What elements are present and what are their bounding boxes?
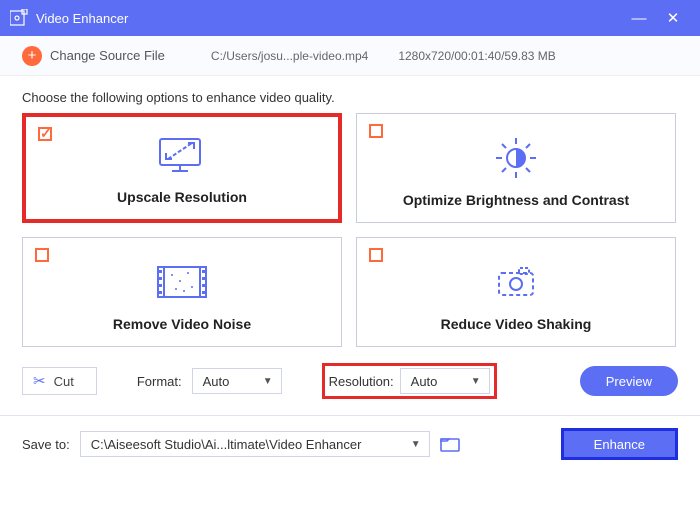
checkbox-shaking[interactable] bbox=[369, 248, 383, 262]
card-label: Reduce Video Shaking bbox=[441, 316, 592, 332]
card-reduce-shaking[interactable]: Reduce Video Shaking bbox=[356, 237, 676, 347]
app-title: Video Enhancer bbox=[36, 11, 622, 26]
open-folder-icon[interactable] bbox=[440, 436, 460, 452]
scissors-icon: ✂ bbox=[33, 372, 46, 390]
card-brightness-contrast[interactable]: Optimize Brightness and Contrast bbox=[356, 113, 676, 223]
format-label: Format: bbox=[137, 374, 182, 389]
card-label: Optimize Brightness and Contrast bbox=[403, 192, 629, 208]
source-file-path: C:/Users/josu...ple-video.mp4 bbox=[211, 49, 368, 63]
source-file-meta: 1280x720/00:01:40/59.83 MB bbox=[398, 49, 555, 63]
checkbox-upscale[interactable] bbox=[38, 127, 52, 141]
card-label: Upscale Resolution bbox=[117, 189, 247, 205]
camera-icon bbox=[491, 256, 541, 308]
checkbox-noise[interactable] bbox=[35, 248, 49, 262]
options-grid: Upscale Resolution Optimize Brightness a… bbox=[0, 109, 700, 351]
enhance-button[interactable]: Enhance bbox=[561, 428, 678, 460]
instruction-text: Choose the following options to enhance … bbox=[0, 76, 700, 109]
app-icon bbox=[10, 9, 28, 27]
change-source-button[interactable]: Change Source File bbox=[50, 48, 165, 63]
close-button[interactable]: ✕ bbox=[656, 9, 690, 27]
minimize-button[interactable]: — bbox=[622, 10, 656, 27]
preview-button[interactable]: Preview bbox=[580, 366, 678, 396]
checkbox-brightness[interactable] bbox=[369, 124, 383, 138]
film-icon bbox=[154, 256, 210, 308]
toolbar: ✂ Cut Format: Auto Resolution: Auto Prev… bbox=[0, 351, 700, 411]
card-remove-noise[interactable]: Remove Video Noise bbox=[22, 237, 342, 347]
resolution-group: Resolution: Auto bbox=[322, 363, 497, 399]
brightness-icon bbox=[494, 132, 538, 184]
title-bar: Video Enhancer — ✕ bbox=[0, 0, 700, 36]
card-label: Remove Video Noise bbox=[113, 316, 251, 332]
card-upscale-resolution[interactable]: Upscale Resolution bbox=[22, 113, 342, 223]
save-to-label: Save to: bbox=[22, 437, 70, 452]
resolution-dropdown[interactable]: Auto bbox=[400, 368, 490, 394]
cut-button[interactable]: ✂ Cut bbox=[22, 367, 97, 395]
save-row: Save to: C:\Aiseesoft Studio\Ai...ltimat… bbox=[0, 416, 700, 472]
save-path-dropdown[interactable]: C:\Aiseesoft Studio\Ai...ltimate\Video E… bbox=[80, 431, 430, 457]
plus-icon: + bbox=[22, 46, 42, 66]
resolution-label: Resolution: bbox=[329, 374, 394, 389]
cut-label: Cut bbox=[54, 374, 74, 389]
format-dropdown[interactable]: Auto bbox=[192, 368, 282, 394]
upscale-icon bbox=[154, 129, 210, 181]
source-row: + Change Source File C:/Users/josu...ple… bbox=[0, 36, 700, 76]
